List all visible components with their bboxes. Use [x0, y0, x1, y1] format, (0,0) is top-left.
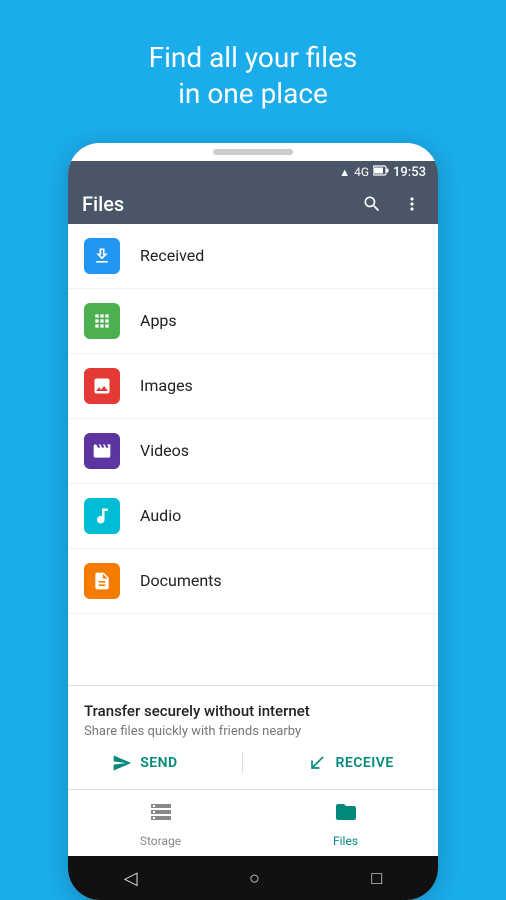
videos-icon: [84, 433, 120, 469]
search-button[interactable]: [360, 192, 384, 216]
phone-frame: ▲ 4G 19:53 Files: [68, 143, 438, 900]
received-label: Received: [140, 246, 204, 265]
back-button[interactable]: ◁: [124, 868, 138, 889]
images-label: Images: [140, 376, 193, 395]
transfer-buttons: SEND RECEIVE: [84, 753, 422, 773]
toolbar-title: Files: [82, 192, 344, 216]
hero-line2: in one place: [178, 77, 328, 110]
hero-line1: Find all your files: [149, 41, 358, 74]
home-button[interactable]: ○: [249, 868, 260, 889]
storage-nav-label: Storage: [140, 834, 181, 848]
list-item[interactable]: Apps: [68, 289, 438, 354]
apps-icon: [84, 303, 120, 339]
audio-label: Audio: [140, 506, 181, 525]
file-list: Received Apps Images: [68, 224, 438, 685]
documents-icon: [84, 563, 120, 599]
receive-label: RECEIVE: [335, 755, 393, 771]
send-label: SEND: [140, 755, 177, 771]
list-item[interactable]: Images: [68, 354, 438, 419]
list-item[interactable]: Videos: [68, 419, 438, 484]
signal-icon: ▲: [339, 166, 350, 179]
receive-button[interactable]: RECEIVE: [307, 753, 393, 773]
more-options-button[interactable]: [400, 192, 424, 216]
audio-icon: [84, 498, 120, 534]
transfer-subtitle: Share files quickly with friends nearby: [84, 724, 422, 739]
list-item[interactable]: Documents: [68, 549, 438, 614]
toolbar: Files: [68, 184, 438, 224]
list-item[interactable]: Received: [68, 224, 438, 289]
nav-files[interactable]: Files: [253, 790, 438, 856]
system-bar: ◁ ○ □: [68, 856, 438, 900]
storage-nav-icon: [149, 800, 173, 830]
network-label: 4G: [354, 165, 369, 179]
files-nav-icon: [334, 800, 358, 830]
bottom-nav: Storage Files: [68, 789, 438, 856]
list-item[interactable]: Audio: [68, 484, 438, 549]
transfer-title: Transfer securely without internet: [84, 702, 422, 720]
status-bar: ▲ 4G 19:53: [68, 161, 438, 184]
apps-label: Apps: [140, 311, 177, 330]
images-icon: [84, 368, 120, 404]
files-nav-label: Files: [333, 834, 358, 848]
recent-button[interactable]: □: [371, 868, 382, 889]
notch-bar: [213, 149, 293, 155]
status-icons: ▲ 4G 19:53: [339, 165, 426, 180]
phone-notch: [68, 143, 438, 161]
received-icon: [84, 238, 120, 274]
videos-label: Videos: [140, 441, 189, 460]
nav-storage[interactable]: Storage: [68, 790, 253, 856]
documents-label: Documents: [140, 571, 222, 590]
hero-text: Find all your files in one place: [149, 40, 358, 113]
time-label: 19:53: [393, 165, 426, 180]
transfer-section: Transfer securely without internet Share…: [68, 685, 438, 789]
battery-icon: [373, 165, 389, 179]
send-button[interactable]: SEND: [112, 753, 177, 773]
